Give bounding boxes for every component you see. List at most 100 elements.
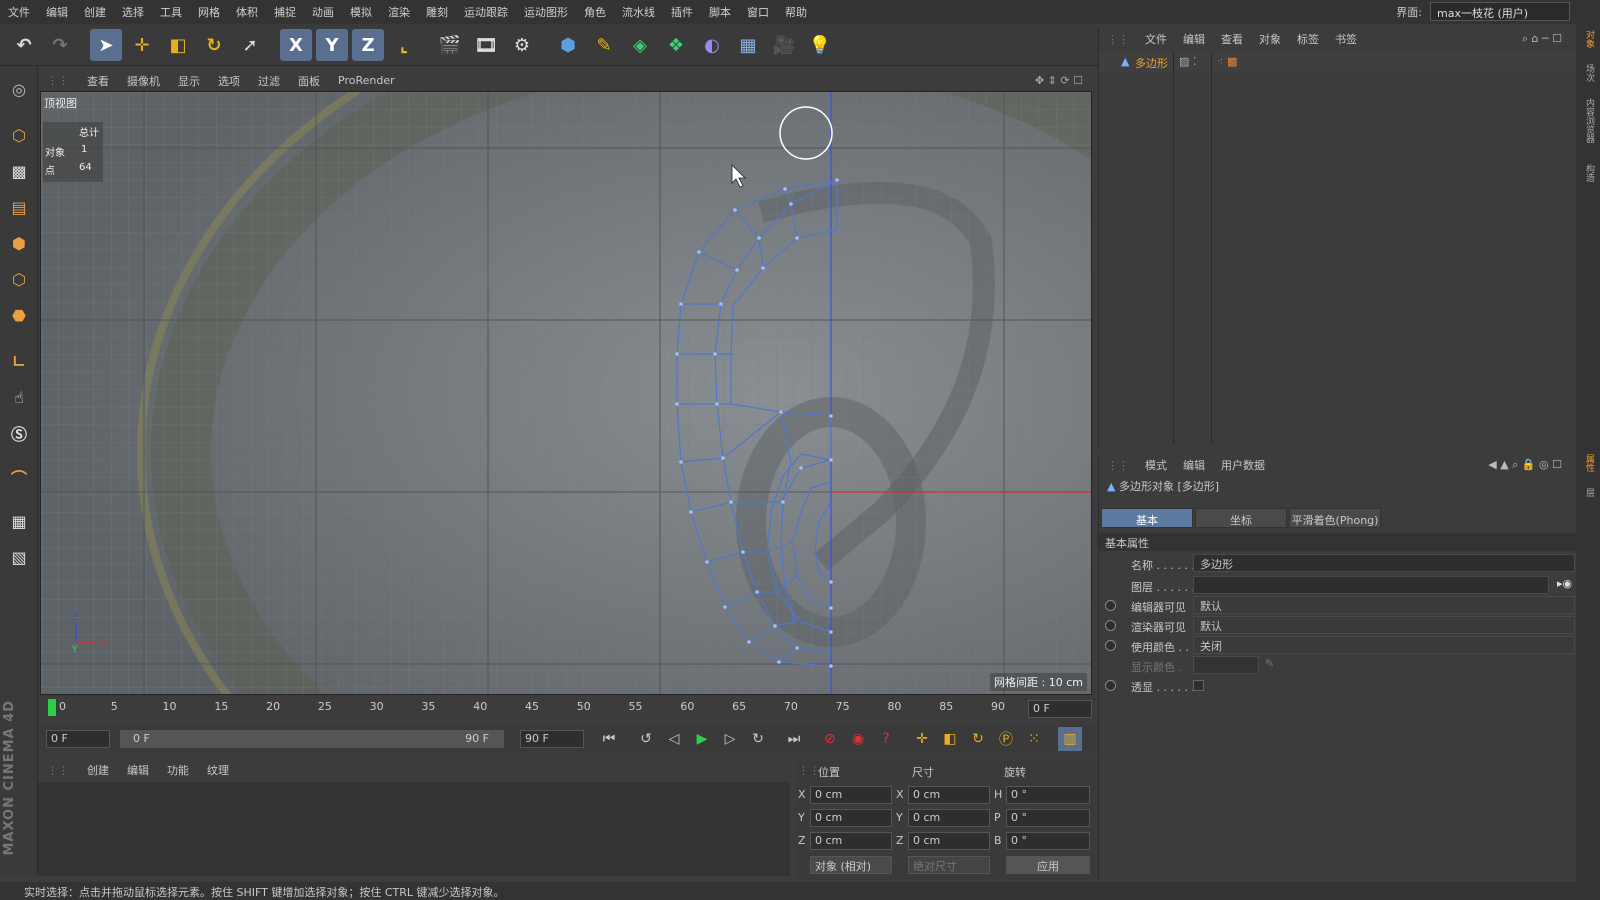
live-select-icon[interactable]: ➚ (234, 29, 266, 61)
om-menu-bookmark[interactable]: 书签 (1327, 31, 1365, 47)
xray-checkbox[interactable] (1193, 680, 1204, 691)
next-frame-icon[interactable]: ▷ (718, 727, 742, 751)
timeline-ruler[interactable]: 0 5 10 15 20 25 30 35 40 45 50 55 60 65 70 75 80 85 90 0 F (38, 697, 1098, 721)
pos-x-field[interactable]: 0 cm (810, 786, 892, 804)
array-icon[interactable]: ❖ (660, 29, 692, 61)
record-keys-icon[interactable]: ⊘ (818, 727, 842, 751)
use-color-radio[interactable] (1105, 640, 1116, 651)
om-menu-file[interactable]: 文件 (1137, 31, 1175, 47)
previous-key-icon[interactable]: ↺ (634, 727, 658, 751)
start-frame-field[interactable]: 0 F (46, 730, 110, 748)
strip-tab-structure[interactable]: 构造 (1580, 164, 1596, 182)
menu-motion-tracking[interactable]: 运动跟踪 (456, 4, 516, 20)
eyedropper-icon[interactable]: ✎ (1265, 657, 1274, 670)
prop-display-color-swatch[interactable] (1193, 656, 1259, 674)
polygons-mode-icon[interactable]: ⬣ (4, 300, 34, 330)
grid-lock-icon[interactable]: ▦ (4, 506, 34, 536)
subdivision-icon[interactable]: ◈ (624, 29, 656, 61)
edges-mode-icon[interactable]: ⬡ (4, 264, 34, 294)
render-visible-radio[interactable] (1105, 620, 1116, 631)
axis-z-button[interactable]: Z (352, 29, 384, 61)
current-frame-display[interactable]: 0 F (1028, 700, 1092, 718)
key-position-icon[interactable]: ✛ (910, 727, 934, 751)
editor-visible-radio[interactable] (1105, 600, 1116, 611)
menu-select[interactable]: 选择 (114, 4, 152, 20)
menu-volume[interactable]: 体积 (228, 4, 266, 20)
material-menu-create[interactable]: 创建 (78, 762, 118, 778)
om-menu-edit[interactable]: 编辑 (1175, 31, 1213, 47)
key-selection-icon[interactable]: ? (874, 727, 898, 751)
rot-h-field[interactable]: 0 ° (1006, 786, 1090, 804)
prop-editor-visible-select[interactable]: 默认 (1193, 596, 1575, 614)
prop-layer-field[interactable] (1193, 576, 1549, 594)
object-row[interactable]: ▲ 多边形 ▨ ⁚ ⁖ ▩ (1099, 52, 1577, 72)
previous-frame-icon[interactable]: ◁ (662, 727, 686, 751)
tab-basic[interactable]: 基本 (1101, 508, 1193, 528)
strip-tab-layers[interactable]: 层 (1580, 488, 1596, 497)
coord-mode-select[interactable]: 对象 (相对) (810, 856, 892, 874)
attr-header-icons[interactable]: ◀ ▲ ⌕ 🔒 ◎ ☐ (1480, 458, 1570, 472)
tab-phong[interactable]: 平滑着色(Phong) (1289, 508, 1381, 528)
xray-radio[interactable] (1105, 680, 1116, 691)
size-z-field[interactable]: 0 cm (908, 832, 990, 850)
magnet-icon[interactable]: ⌒ (4, 462, 34, 492)
material-area[interactable] (38, 782, 790, 876)
viewport-navigation-icons[interactable]: ✥ ⇕ ⟳ ☐ (1026, 74, 1092, 87)
prop-render-visible-select[interactable]: 默认 (1193, 616, 1575, 634)
layout-select[interactable]: max一枝花 (用户) (1430, 2, 1570, 21)
material-menu-function[interactable]: 功能 (158, 762, 198, 778)
strip-tab-content-browser[interactable]: 内容浏览器 (1580, 98, 1596, 143)
viewport-top-view[interactable]: Z Y X 顶视图 总计 对象 1 点 64 网格间距 : 10 cm (40, 91, 1092, 695)
grid-snap-icon[interactable]: ▧ (4, 542, 34, 572)
tweak-icon[interactable]: ☝ (4, 382, 34, 412)
viewport-menu-camera[interactable]: 摄像机 (118, 73, 169, 89)
rotate-icon[interactable]: ↻ (198, 29, 230, 61)
end-frame-field[interactable]: 90 F (520, 730, 584, 748)
menu-plugins[interactable]: 插件 (663, 4, 701, 20)
snap-icon[interactable]: Ⓢ (4, 418, 34, 448)
menu-sculpt[interactable]: 雕刻 (418, 4, 456, 20)
object-name[interactable]: 多边形 (1135, 55, 1168, 71)
attr-menu-edit[interactable]: 编辑 (1175, 457, 1213, 473)
pen-icon[interactable]: ✎ (588, 29, 620, 61)
menu-pipeline[interactable]: 流水线 (614, 4, 663, 20)
visibility-dots-icon[interactable]: ▨ ⁚ (1179, 55, 1196, 68)
coordinate-system-icon[interactable]: ⌞ (388, 29, 420, 61)
attr-menu-mode[interactable]: 模式 (1137, 457, 1175, 473)
viewport-menu-prorender[interactable]: ProRender (329, 74, 404, 87)
viewport-menu-display[interactable]: 显示 (169, 73, 209, 89)
menu-mesh[interactable]: 网格 (190, 4, 228, 20)
points-mode-icon[interactable]: ⬢ (4, 228, 34, 258)
menu-window[interactable]: 窗口 (739, 4, 777, 20)
rot-p-field[interactable]: 0 ° (1006, 809, 1090, 827)
menu-create[interactable]: 创建 (76, 4, 114, 20)
axis-x-button[interactable]: X (280, 29, 312, 61)
strip-tab-objects[interactable]: 对象 (1580, 30, 1596, 48)
attr-menu-userdata[interactable]: 用户数据 (1213, 457, 1273, 473)
menu-mograph[interactable]: 运动图形 (516, 4, 576, 20)
menu-help[interactable]: 帮助 (777, 4, 815, 20)
viewport-menu-options[interactable]: 选项 (209, 73, 249, 89)
cube-icon[interactable]: ⬢ (552, 29, 584, 61)
prop-use-color-select[interactable]: 关闭 (1193, 636, 1575, 654)
undo-icon[interactable]: ↶ (8, 29, 40, 61)
light-icon[interactable]: 💡 (804, 29, 836, 61)
material-menu-edit[interactable]: 编辑 (118, 762, 158, 778)
prop-name-field[interactable]: 多边形 (1193, 554, 1575, 572)
menu-edit[interactable]: 编辑 (38, 4, 76, 20)
menu-tools[interactable]: 工具 (152, 4, 190, 20)
material-menu-texture[interactable]: 纹理 (198, 762, 238, 778)
strip-tab-takes[interactable]: 场次 (1580, 64, 1596, 82)
menu-render[interactable]: 渲染 (380, 4, 418, 20)
apply-button[interactable]: 应用 (1006, 856, 1090, 874)
frame-range-slider[interactable]: 0 F 90 F (120, 730, 504, 748)
menu-animate[interactable]: 动画 (304, 4, 342, 20)
floor-icon[interactable]: ▦ (732, 29, 764, 61)
om-header-icons[interactable]: ⌕ ⌂ ─ ☐ (1514, 32, 1570, 46)
tab-coordinates[interactable]: 坐标 (1195, 508, 1287, 528)
key-scale-icon[interactable]: ◧ (938, 727, 962, 751)
size-x-field[interactable]: 0 cm (908, 786, 990, 804)
pos-y-field[interactable]: 0 cm (810, 809, 892, 827)
rot-b-field[interactable]: 0 ° (1006, 832, 1090, 850)
playhead[interactable] (48, 699, 56, 716)
